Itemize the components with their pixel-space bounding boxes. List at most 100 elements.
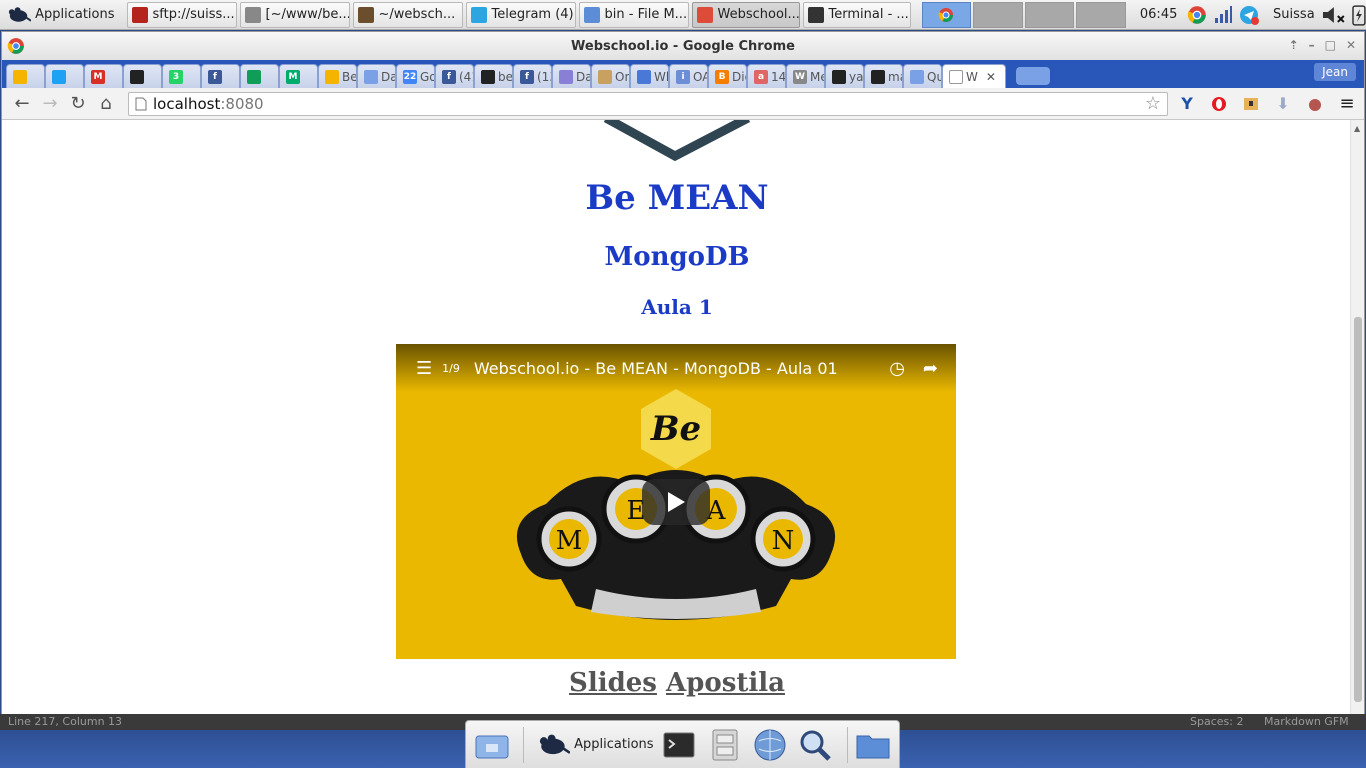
maximize-icon[interactable]: □ bbox=[1325, 38, 1336, 52]
browser-tab[interactable]: 22Goo bbox=[396, 64, 435, 88]
extension-box-icon[interactable] bbox=[1238, 91, 1264, 117]
browser-tab[interactable] bbox=[240, 64, 279, 88]
download-icon[interactable]: ⬇ bbox=[1270, 91, 1296, 117]
scrollbar-thumb[interactable] bbox=[1354, 317, 1362, 702]
playlist-counter: 1/9 bbox=[442, 361, 460, 375]
scroll-up-icon[interactable]: ▲ bbox=[1354, 124, 1360, 133]
browser-tab[interactable]: M bbox=[84, 64, 123, 88]
browser-tab[interactable]: Dar bbox=[552, 64, 591, 88]
shade-icon[interactable]: ⇡ bbox=[1289, 38, 1299, 52]
workspace-2[interactable] bbox=[973, 1, 1023, 28]
browser-tab[interactable] bbox=[6, 64, 45, 88]
taskbar-item[interactable]: Terminal - ... bbox=[802, 1, 911, 28]
slides-link[interactable]: Slides bbox=[569, 668, 657, 698]
browser-tab[interactable]: M bbox=[279, 64, 318, 88]
browser-tab[interactable]: Why bbox=[630, 64, 669, 88]
page-viewport: Be MEAN MongoDB Aula 1 M E A N Be ☰ 1/9 … bbox=[2, 120, 1364, 718]
browser-tab[interactable]: f(41 bbox=[435, 64, 474, 88]
user-name[interactable]: Suissa bbox=[1267, 2, 1320, 28]
browser-tab[interactable]: 3 bbox=[162, 64, 201, 88]
show-desktop-icon[interactable] bbox=[472, 725, 511, 765]
browser-tab[interactable] bbox=[45, 64, 84, 88]
browser-tab[interactable]: iOA bbox=[669, 64, 708, 88]
chrome-icon bbox=[7, 38, 24, 54]
github-icon bbox=[871, 69, 885, 84]
taskbar-item[interactable]: Webschool... bbox=[691, 1, 800, 28]
telegram-tray-icon[interactable] bbox=[1239, 5, 1260, 25]
browser-tab-label: (13 bbox=[537, 69, 551, 84]
back-button[interactable]: ← bbox=[8, 90, 36, 118]
page-subtitle: MongoDB bbox=[604, 242, 750, 272]
forward-button[interactable]: → bbox=[36, 90, 64, 118]
browser-tab[interactable]: On bbox=[591, 64, 630, 88]
search-icon[interactable] bbox=[795, 725, 834, 765]
file-cabinet-icon[interactable] bbox=[705, 725, 744, 765]
bookmark-star-icon[interactable]: ☆ bbox=[1145, 93, 1161, 114]
browser-tab[interactable]: BDio bbox=[708, 64, 747, 88]
opera-extension-icon[interactable] bbox=[1206, 91, 1232, 117]
page-icon bbox=[949, 69, 963, 84]
battery-icon[interactable] bbox=[1352, 4, 1366, 26]
new-tab-button[interactable] bbox=[1016, 67, 1050, 85]
reload-icon: ↻ bbox=[70, 93, 86, 114]
browser-tab[interactable]: Be bbox=[318, 64, 357, 88]
resource-links: Slides Apostila bbox=[2, 668, 1352, 698]
extension-y-icon[interactable]: Y bbox=[1174, 91, 1200, 117]
browser-tab[interactable]: f bbox=[201, 64, 240, 88]
taskbar-item[interactable]: Telegram (4) bbox=[465, 1, 576, 28]
facebook-icon: f bbox=[208, 69, 222, 84]
clock[interactable]: 06:45 bbox=[1134, 2, 1183, 28]
workspace-3[interactable] bbox=[1024, 1, 1075, 28]
workspace-4[interactable] bbox=[1076, 1, 1126, 28]
taskbar-item[interactable]: sftp://suiss... bbox=[126, 1, 237, 28]
watch-later-clock-icon[interactable]: ◷ bbox=[889, 358, 905, 379]
chrome-menu-icon[interactable]: ≡ bbox=[1334, 91, 1360, 117]
address-bar[interactable]: localhost:8080 ☆ bbox=[128, 91, 1168, 116]
browser-tab[interactable]: f(13 bbox=[513, 64, 552, 88]
browser-tab[interactable]: be- bbox=[474, 64, 513, 88]
taskbar-item[interactable]: bin - File M... bbox=[578, 1, 689, 28]
page-scrollbar[interactable]: ▲ bbox=[1350, 120, 1364, 718]
close-icon[interactable]: ✕ bbox=[1346, 38, 1356, 52]
share-arrow-icon[interactable]: ➦ bbox=[923, 358, 938, 379]
taskbar-item-label: Terminal - ... bbox=[828, 7, 909, 22]
facebook-icon: f bbox=[520, 69, 534, 84]
taskbar-item[interactable]: ~/websch... bbox=[352, 1, 463, 28]
editor-indent: Spaces: 2 bbox=[1190, 715, 1244, 728]
browser-tab[interactable]: yag bbox=[825, 64, 864, 88]
folder-icon[interactable] bbox=[854, 725, 893, 765]
top-panel: Applications sftp://suiss... [~/www/be...… bbox=[0, 0, 1366, 30]
profile-button[interactable]: Jean bbox=[1314, 63, 1356, 81]
volume-muted-icon[interactable] bbox=[1320, 4, 1348, 26]
workspace-1[interactable] bbox=[921, 1, 972, 28]
tab-close-icon[interactable]: ✕ bbox=[986, 70, 996, 84]
network-signal-icon[interactable] bbox=[1213, 5, 1233, 25]
chrome-tray-icon[interactable] bbox=[1187, 5, 1207, 25]
taskbar-item[interactable]: [~/www/be... bbox=[239, 1, 350, 28]
extension-tomato-icon[interactable] bbox=[1302, 91, 1328, 117]
taskbar: sftp://suiss... [~/www/be... ~/websch... Te… bbox=[126, 1, 914, 28]
reload-button[interactable]: ↻ bbox=[64, 90, 92, 118]
dock-applications-menu[interactable]: Applications bbox=[530, 725, 659, 765]
apostila-link[interactable]: Apostila bbox=[666, 668, 785, 698]
browser-tab[interactable]: WMe bbox=[786, 64, 825, 88]
browser-tab[interactable]: Das bbox=[357, 64, 396, 88]
browser-tab[interactable] bbox=[123, 64, 162, 88]
youtube-player[interactable]: M E A N Be ☰ 1/9 Webschool.io - Be MEAN … bbox=[396, 344, 956, 659]
browser-tab[interactable]: Qu bbox=[903, 64, 942, 88]
editor-syntax: Markdown GFM bbox=[1264, 715, 1349, 728]
browser-tab-label: Me bbox=[810, 69, 824, 84]
applications-menu[interactable]: Applications bbox=[0, 2, 121, 28]
home-button[interactable]: ⌂ bbox=[92, 90, 120, 118]
taskbar-item-label: Webschool... bbox=[717, 7, 800, 22]
browser-tab[interactable]: a14. bbox=[747, 64, 786, 88]
tab-active[interactable]: W ✕ bbox=[942, 64, 1006, 88]
playlist-icon[interactable]: ☰ bbox=[416, 358, 432, 379]
video-title[interactable]: Webschool.io - Be MEAN - MongoDB - Aula … bbox=[474, 359, 838, 378]
terminal-icon[interactable] bbox=[660, 725, 699, 765]
web-browser-globe-icon[interactable] bbox=[750, 725, 789, 765]
facebook-icon: f bbox=[442, 69, 456, 84]
play-button[interactable] bbox=[642, 479, 710, 525]
browser-tab[interactable]: ma bbox=[864, 64, 903, 88]
minimize-icon[interactable]: – bbox=[1309, 38, 1315, 52]
